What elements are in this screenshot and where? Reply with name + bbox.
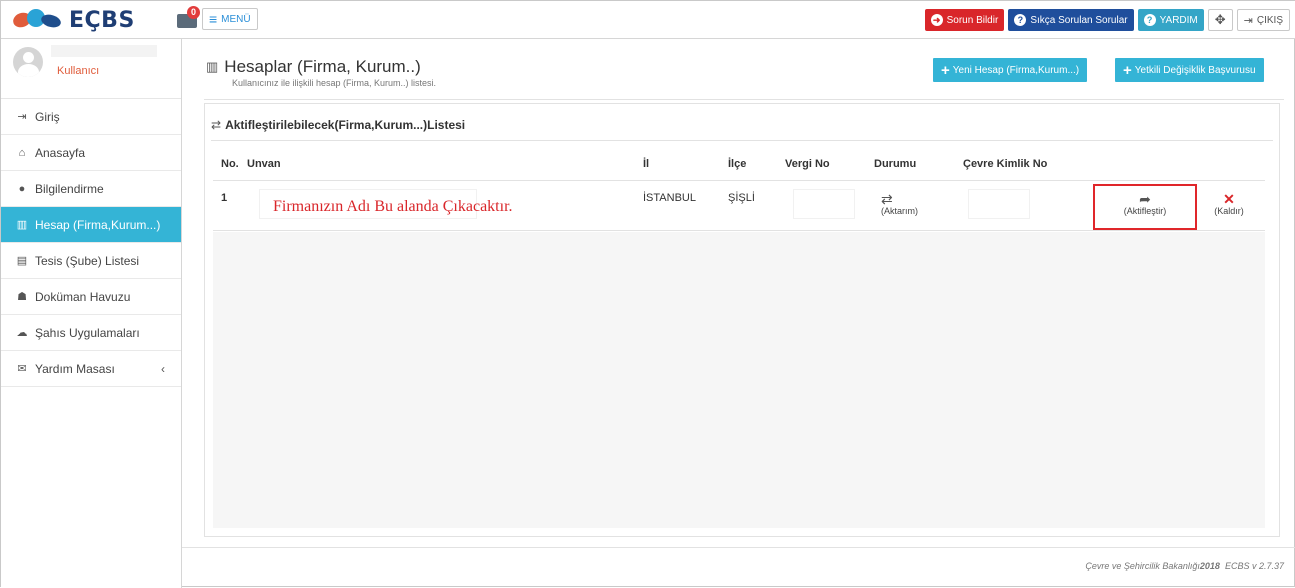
question-icon: ? — [1014, 14, 1027, 26]
hamburger-icon: ≡ — [209, 11, 218, 27]
plus-icon: + — [941, 61, 950, 79]
sidebar-item-hesap[interactable]: ▥ Hesap (Firma,Kurum...) — [1, 207, 181, 243]
vergi-no-cell — [793, 189, 855, 219]
footer-version: ECBS v 2.7.37 — [1224, 561, 1284, 571]
column-header-no: No. — [221, 158, 239, 170]
plus-icon: + — [1123, 61, 1132, 79]
notification-badge: 0 — [187, 6, 200, 19]
sidebar-item-bilgilendirme[interactable]: ● Bilgilendirme — [1, 171, 181, 207]
header-divider — [204, 99, 1284, 100]
panel-title: ⇄ Aktifleştirilebilecek(Firma,Kurum...)L… — [211, 118, 466, 132]
logo-icon — [11, 7, 63, 33]
footer-year: 2018 — [1199, 561, 1220, 571]
people-icon: ☗ — [17, 291, 27, 303]
new-account-button[interactable]: + Yeni Hesap (Firma,Kurum...) — [933, 58, 1088, 82]
logo-text: EÇBS — [69, 7, 135, 33]
footer-ministry: Çevre ve Şehircilik Bakanlığı — [1085, 561, 1200, 571]
top-bar: EÇBS 0 ≡ MENÜ ➜ Sorun Bildir ? Sıkça Sor… — [1, 1, 1295, 39]
panel-divider — [211, 140, 1273, 141]
logout-button[interactable]: ⇥ ÇIKIŞ — [1236, 9, 1290, 31]
status-cell: ⇄ (Aktarım) — [881, 191, 918, 216]
app-logo[interactable]: EÇBS — [11, 5, 135, 35]
row-divider — [213, 230, 1265, 231]
exchange-icon: ⇄ — [881, 191, 893, 207]
sidebar-item-sahis[interactable]: ☁ Şahıs Uygulamaları — [1, 315, 181, 351]
authority-change-button[interactable]: + Yetkili Değişiklik Başvurusu — [1115, 58, 1264, 82]
cloud-icon: ☁ — [16, 327, 28, 339]
page-subtitle: Kullanıcınız ile ilişkili hesap (Firma, … — [232, 78, 437, 88]
notifications-button[interactable]: 0 — [177, 6, 200, 30]
question-icon: ? — [1143, 14, 1156, 26]
menu-label: MENÜ — [221, 13, 251, 25]
help-button[interactable]: ? YARDIM — [1137, 9, 1204, 31]
home-icon: ⌂ — [18, 146, 26, 159]
row-ilce: ŞİŞLİ — [728, 192, 755, 204]
column-header-durumu: Durumu — [874, 158, 917, 170]
column-header-unvan: Unvan — [247, 158, 281, 170]
exchange-icon: ⇄ — [211, 118, 222, 132]
move-arrows-icon: ✥ — [1214, 12, 1226, 27]
row-no: 1 — [221, 192, 228, 204]
move-button[interactable]: ✥ — [1207, 9, 1233, 31]
footer-divider — [182, 547, 1295, 548]
app-window: EÇBS 0 ≡ MENÜ ➜ Sorun Bildir ? Sıkça Sor… — [0, 0, 1295, 588]
sidebar-item-giris[interactable]: ⇥ Giriş — [1, 99, 181, 135]
user-info-placeholder — [51, 45, 157, 57]
table-empty-area — [213, 232, 1265, 528]
sidebar-item-tesis[interactable]: ▤ Tesis (Şube) Listesi — [1, 243, 181, 279]
footer: Çevre ve Şehircilik Bakanlığı2018 ECBS v… — [1085, 561, 1284, 571]
activation-list-panel: ⇄ Aktifleştirilebilecek(Firma,Kurum...)L… — [204, 103, 1280, 537]
facility-icon: ▤ — [16, 255, 28, 267]
building-icon: ▥ — [206, 59, 219, 74]
sidebar-item-dokuman[interactable]: ☗ Doküman Havuzu — [1, 279, 181, 315]
activate-button[interactable]: ➦ (Aktifleştir) — [1109, 192, 1181, 216]
report-problem-button[interactable]: ➜ Sorun Bildir — [924, 9, 1005, 31]
cevre-kimlik-no-cell — [968, 189, 1030, 219]
chevron-left-icon: ‹ — [161, 361, 165, 376]
header-row-divider — [213, 180, 1265, 181]
remove-button[interactable]: ✕ (Kaldır) — [1209, 192, 1249, 216]
menu-toggle-button[interactable]: ≡ MENÜ — [202, 8, 258, 30]
column-header-il: İl — [643, 158, 650, 170]
info-icon: ● — [18, 182, 26, 195]
avatar — [13, 47, 43, 77]
building-icon: ▥ — [16, 219, 28, 231]
page-header: ▥ Hesaplar (Firma, Kurum..) Kullanıcınız… — [206, 57, 436, 88]
share-arrow-icon: ➦ — [1139, 191, 1151, 207]
page-title: ▥ Hesaplar (Firma, Kurum..) — [206, 57, 421, 76]
sidebar: Kullanıcı ⇥ Giriş ⌂ Anasayfa ● Bilgilend… — [1, 39, 182, 588]
faq-button[interactable]: ? Sıkça Sorulan Sorular — [1008, 9, 1134, 31]
envelope-icon: ✉ — [17, 363, 27, 375]
sign-in-icon: ⇥ — [17, 111, 27, 123]
column-header-ilce: İlçe — [728, 158, 747, 170]
user-profile[interactable]: Kullanıcı — [1, 39, 181, 99]
main-content: ▥ Hesaplar (Firma, Kurum..) Kullanıcınız… — [182, 39, 1295, 588]
row-il: İSTANBUL — [643, 192, 696, 204]
firm-name-note: Firmanızın Adı Bu alanda Çıkacaktır. — [273, 198, 513, 215]
close-icon: ✕ — [1223, 191, 1235, 207]
top-actions: ➜ Sorun Bildir ? Sıkça Sorulan Sorular ?… — [924, 9, 1290, 31]
sign-out-icon: ⇥ — [1243, 14, 1253, 27]
column-header-vergi-no: Vergi No — [785, 158, 830, 170]
arrow-circle-icon: ➜ — [930, 14, 943, 26]
sidebar-item-anasayfa[interactable]: ⌂ Anasayfa — [1, 135, 181, 171]
sidebar-item-yardim-masasi[interactable]: ✉ Yardım Masası ‹ — [1, 351, 181, 387]
user-name: Kullanıcı — [57, 65, 100, 77]
column-header-cevre-kimlik-no: Çevre Kimlik No — [963, 158, 1048, 170]
